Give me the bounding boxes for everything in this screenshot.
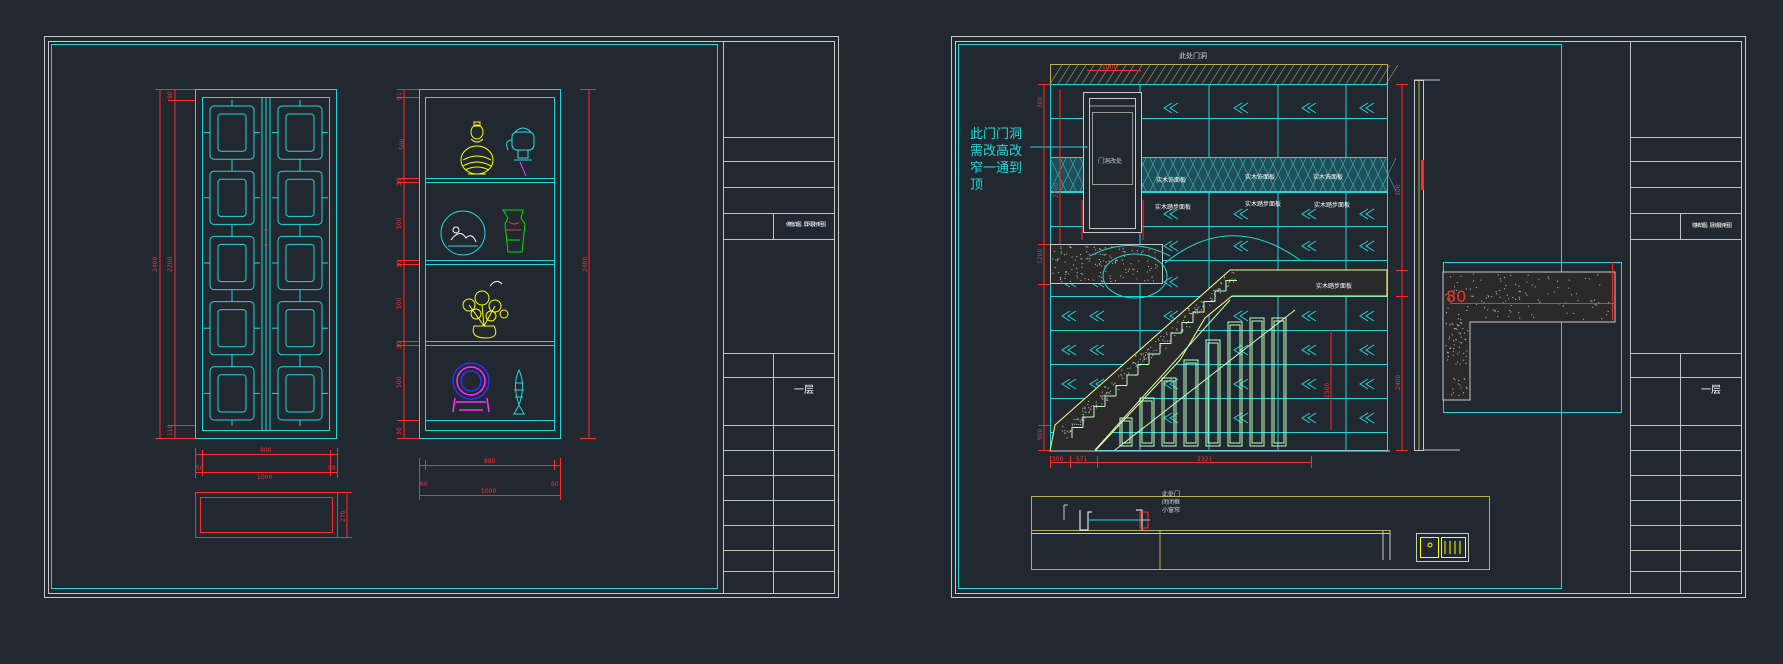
dim-bottom-b: 571 <box>1076 456 1088 463</box>
sheet-1-drawing-area <box>51 44 718 589</box>
sheet-2-sheet-label: 一层 <box>1701 384 1721 396</box>
dim-under-stair: 1500 <box>1324 383 1331 398</box>
cabinet-dim-height-total: 2400 <box>582 257 589 272</box>
sheet-1-sheet-label: 一层 <box>794 384 814 396</box>
detail-dim-80: 80 <box>1446 287 1466 306</box>
round-plate-icon <box>440 210 486 256</box>
sheet-2-title-text: 楼梯详图、厨房 展示柜图 <box>1692 222 1732 229</box>
screen-dim-plan-depth: 270 <box>340 510 347 522</box>
plan-label-2: 闭闭框 <box>1162 498 1180 506</box>
cabinet-dim-top: 61 <box>396 92 403 100</box>
stair-label: 实木踏步面板 <box>1316 282 1352 290</box>
globe-stand-icon <box>452 362 490 413</box>
screen-dim-side-right: 50 <box>328 465 336 472</box>
stair-nosing-detail: 80 <box>1442 262 1622 413</box>
plan-label-3: 小窗帘 <box>1162 506 1180 514</box>
vase-green-icon <box>502 209 526 253</box>
screen-dim-bottom: 110 <box>167 424 174 436</box>
dim-right-a: 300 <box>1395 184 1402 196</box>
band-label-3: 实木饰面板 <box>1313 173 1343 181</box>
vase-gourd-icon <box>460 121 494 175</box>
fish-ornament-icon <box>513 368 525 415</box>
cabinet-dim-side-left: 60 <box>420 481 428 488</box>
display-cabinet-elevation <box>419 89 561 439</box>
dim-left-a: 300 <box>1037 96 1044 108</box>
sheet-1-inner-frame <box>48 41 835 594</box>
stair-wall-elevation <box>1049 64 1460 452</box>
row-label-2: 实木踏步面板 <box>1245 200 1281 208</box>
cabinet-dim-seg2: 500 <box>396 217 403 229</box>
dim-left-d: 900 <box>1037 428 1044 440</box>
band-label-2: 实木饰面板 <box>1245 173 1275 181</box>
note-line-4: 顶 <box>970 178 983 193</box>
row-label-3: 实木踏步面板 <box>1314 201 1350 209</box>
teapot-icon <box>506 127 535 177</box>
door-label: 门洞改处 <box>1098 157 1122 165</box>
row-label-1: 实木踏步面板 <box>1155 203 1191 211</box>
cabinet-dim-bottom: 30 <box>396 427 403 435</box>
sheet-1: 佛龛详图、屏风 展示柜图 一层 2400 2200 90 110 900 100… <box>44 36 839 598</box>
plan-label-1: 此处门 <box>1162 490 1180 498</box>
screen-dim-height-inner: 2200 <box>167 257 174 272</box>
door-change-note: 此门门洞 需改高改 窄一通到 顶 <box>970 127 1022 193</box>
sheet-2-outer-frame <box>951 36 1746 598</box>
sheet-1-title-block <box>723 41 834 594</box>
sheet-1-title-text: 佛龛详图、屏风 展示柜图 <box>786 221 826 228</box>
dim-right-b: 2400 <box>1395 375 1402 390</box>
sheet-2-inner-frame <box>955 41 1742 594</box>
dim-bottom-a: 300 <box>1052 456 1064 463</box>
dim-left-c: 1200 <box>1037 249 1044 264</box>
sheet-1-outer-frame <box>44 36 839 598</box>
sheet-2: 楼梯详图、厨房 展示柜图 一层 此处门洞 此门门洞 需改高改 窄一通到 顶 门洞… <box>951 36 1746 598</box>
top-opening-label: 此处门洞 <box>1179 51 1207 60</box>
band-label-1: 实木饰面板 <box>1156 176 1186 184</box>
screen-plan-view: 270 <box>195 492 352 538</box>
screen-dim-width-inner: 900 <box>260 447 272 454</box>
lattice-screen-elevation <box>195 89 337 439</box>
screen-dim-top: 90 <box>167 91 174 99</box>
screen-dim-side-left: 50 <box>196 465 204 472</box>
screen-dim-height-total: 2400 <box>152 257 159 272</box>
cabinet-dim-width-inner: 880 <box>484 458 496 465</box>
cabinet-dim-side-right: 60 <box>551 481 559 488</box>
screen-dimensions: 2400 2200 90 110 900 1000 50 50 <box>152 89 338 481</box>
cabinet-dim-seg1: 500 <box>399 138 406 150</box>
cabinet-dim-shelf3: 30 <box>396 341 403 349</box>
note-line-2: 需改高改 <box>970 143 1022 159</box>
note-line-3: 窄一通到 <box>970 160 1022 176</box>
dim-left-b: 2400 <box>1053 183 1060 198</box>
note-line-1: 此门门洞 <box>970 127 1022 142</box>
sheet-2-title-block <box>1630 41 1741 594</box>
cabinet-dim-seg4: 500 <box>396 376 403 388</box>
cabinet-dim-shelf1: 30 <box>396 178 403 186</box>
stair-plan-view: 此处门 闭闭框 小窗帘 <box>1031 490 1490 570</box>
dim-bottom-c: 2321 <box>1197 456 1212 463</box>
dim-top-width: 1000 <box>1102 64 1117 71</box>
flower-pot-icon <box>462 280 509 339</box>
cabinet-dim-seg3: 500 <box>396 297 403 309</box>
cabinet-dim-width-total: 1000 <box>481 488 496 495</box>
cabinet-dim-shelf2: 30 <box>396 260 403 268</box>
screen-dim-width-total: 1000 <box>257 474 272 481</box>
